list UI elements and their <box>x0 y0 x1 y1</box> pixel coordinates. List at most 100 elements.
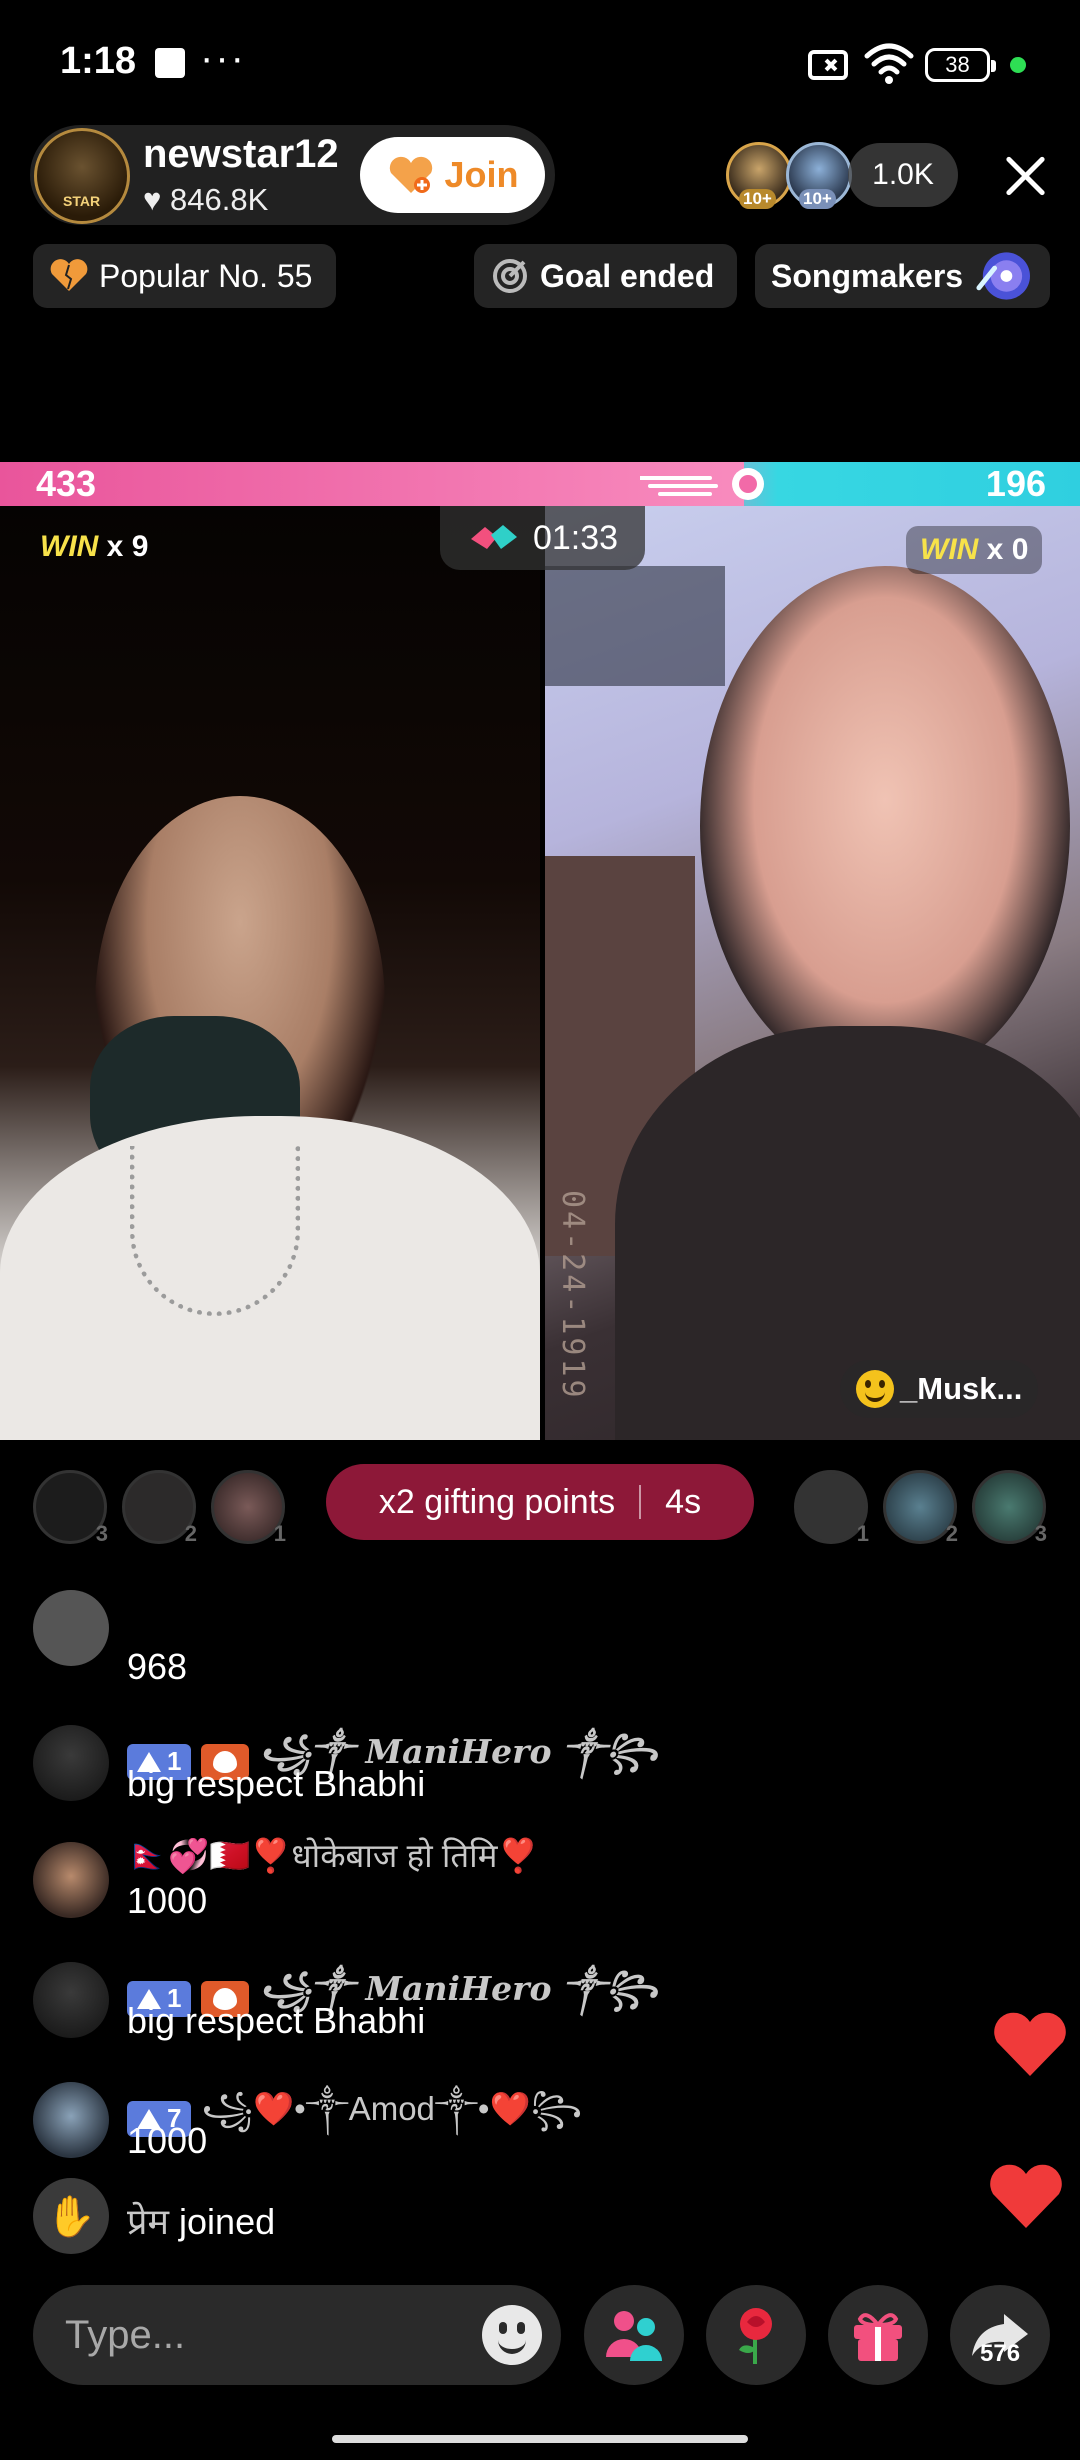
right-video-stream[interactable] <box>545 506 1080 1440</box>
more-notifications-icon: ··· <box>200 36 246 80</box>
right-gifter-1[interactable]: 1 <box>794 1470 869 1546</box>
chat-meta: 🇳🇵💞🇧🇭❣️धोकेबाज हो तिमि❣️ <box>127 1832 539 1877</box>
goal-label: Goal ended <box>540 257 715 294</box>
goal-chip[interactable]: Goal ended <box>474 244 737 308</box>
gifter-rank: 1 <box>856 1521 869 1546</box>
viewer-count[interactable]: 1.0K <box>848 143 958 207</box>
target-icon <box>493 259 527 293</box>
share-count: 576 <box>980 2340 1021 2367</box>
left-video-stream[interactable] <box>0 506 540 1440</box>
disc-icon <box>976 252 1031 300</box>
right-gifter-3[interactable]: 3 <box>972 1470 1047 1546</box>
chat-username[interactable]: 🇳🇵💞🇧🇭❣️धोकेबाज हो तिमि❣️ <box>127 1832 539 1877</box>
join-button[interactable]: Join <box>360 137 545 213</box>
battle-score-bar <box>0 462 1080 506</box>
battle-handshake-icon <box>470 525 517 549</box>
rose-icon <box>739 2308 772 2364</box>
popular-rank-chip[interactable]: Popular No. 55 <box>33 244 336 308</box>
chat-avatar[interactable] <box>33 1590 109 1666</box>
home-indicator[interactable] <box>332 2435 748 2443</box>
gifter-rank: 2 <box>184 1521 197 1546</box>
close-icon[interactable] <box>1000 150 1050 200</box>
chat-text: big respect Bhabhi <box>127 2000 426 2041</box>
people-icon <box>606 2311 662 2361</box>
battle-left-fill <box>0 462 744 506</box>
gifter-rank: 1 <box>273 1521 286 1546</box>
gifter-rank: 3 <box>95 1521 108 1546</box>
chat-username[interactable]: ꧁❤️•༒Amod༒•❤️꧂ <box>201 2072 582 2165</box>
gifter-rank: 3 <box>1034 1521 1047 1546</box>
chat-text: 1000 <box>127 1880 208 1921</box>
host-name[interactable]: newstar12 <box>143 132 339 177</box>
chat-avatar[interactable] <box>33 1962 109 2038</box>
floating-heart-icon <box>994 2012 1066 2076</box>
host-likes: ♥ 846.8K <box>143 182 268 218</box>
top-viewer-avatar-1[interactable]: 10+ <box>726 142 792 209</box>
multi-guest-button[interactable] <box>584 2285 684 2385</box>
joined-username[interactable]: प्रेम <box>127 2201 169 2242</box>
songmakers-chip[interactable]: Songmakers <box>755 244 1050 308</box>
wave-hand-icon: ✋ <box>33 2178 109 2254</box>
right-win-count: x 0 <box>986 533 1029 566</box>
left-gifter-1[interactable]: 1 <box>211 1470 286 1546</box>
join-label: Join <box>444 154 519 195</box>
left-score: 433 <box>36 463 97 504</box>
right-win-streak: WIN x 0 <box>906 526 1043 574</box>
status-time: 1:18 <box>60 40 137 82</box>
chat-avatar[interactable] <box>33 2082 109 2158</box>
left-gifter-3[interactable]: 3 <box>33 1470 108 1546</box>
left-win-word: WIN <box>40 530 99 563</box>
smile-emoji-icon <box>856 1370 894 1408</box>
right-streamer-face <box>700 566 1070 1086</box>
right-gifter-2[interactable]: 2 <box>883 1470 958 1546</box>
popular-heart-icon <box>50 259 88 291</box>
gifting-points-banner[interactable]: x2 gifting points 4s <box>326 1464 754 1540</box>
battle-spark-icon <box>640 468 764 500</box>
chat-text: 968 <box>127 1646 188 1687</box>
host-avatar[interactable]: STAR <box>34 128 130 224</box>
gift-icon <box>854 2313 902 2361</box>
floating-heart-icon <box>990 2164 1062 2228</box>
left-win-streak: WIN x 9 <box>40 530 148 564</box>
chat-avatar[interactable] <box>33 1725 109 1801</box>
chat-text: 1000 <box>127 2120 208 2161</box>
no-sim-icon <box>808 50 848 80</box>
host-avatar-tag: STAR <box>63 193 101 209</box>
opponent-name: _Musk... <box>900 1371 1023 1406</box>
left-gifter-2[interactable]: 2 <box>122 1470 197 1546</box>
opponent-name-tag[interactable]: _Musk... <box>840 1360 1039 1418</box>
right-win-word: WIN <box>920 533 979 566</box>
joined-label: joined <box>179 2201 276 2242</box>
songmakers-label: Songmakers <box>771 257 964 294</box>
share-button[interactable] <box>950 2285 1050 2385</box>
chat-text: big respect Bhabhi <box>127 1763 426 1804</box>
chat-avatar[interactable] <box>33 1842 109 1918</box>
battle-timer-value: 01:33 <box>532 518 619 557</box>
status-bar: 1:18 ··· 38 <box>0 0 1080 120</box>
battle-timer: 01:33 <box>440 506 645 570</box>
right-score: 196 <box>985 463 1046 504</box>
top-viewer-badge-1: 10+ <box>739 189 776 209</box>
gifting-points-time: 4s <box>665 1482 702 1521</box>
top-viewer-badge-2: 10+ <box>799 189 836 209</box>
gifting-points-label: x2 gifting points <box>378 1482 616 1521</box>
background-window <box>545 566 725 686</box>
emoji-icon[interactable] <box>482 2305 542 2365</box>
popular-rank-label: Popular No. 55 <box>99 257 313 294</box>
join-text: प्रेम joined <box>127 2196 275 2245</box>
notification-icon <box>155 48 185 78</box>
battery-indicator: 38 <box>925 48 996 82</box>
video-date-watermark: 04-24-1919 <box>555 1190 590 1401</box>
wifi-icon <box>864 43 914 84</box>
chain-necklace <box>130 1146 300 1316</box>
left-win-count: x 9 <box>106 530 149 563</box>
privacy-indicator-dot <box>1010 57 1026 73</box>
heart-icon: ♥ <box>143 182 162 217</box>
host-likes-count: 846.8K <box>170 182 269 217</box>
gift-button[interactable] <box>828 2285 928 2385</box>
rose-gift-button[interactable] <box>706 2285 806 2385</box>
gifter-rank: 2 <box>945 1521 958 1546</box>
fan-heart-icon <box>390 156 433 193</box>
divider <box>639 1485 642 1519</box>
top-viewer-avatar-2[interactable]: 10+ <box>786 142 852 209</box>
